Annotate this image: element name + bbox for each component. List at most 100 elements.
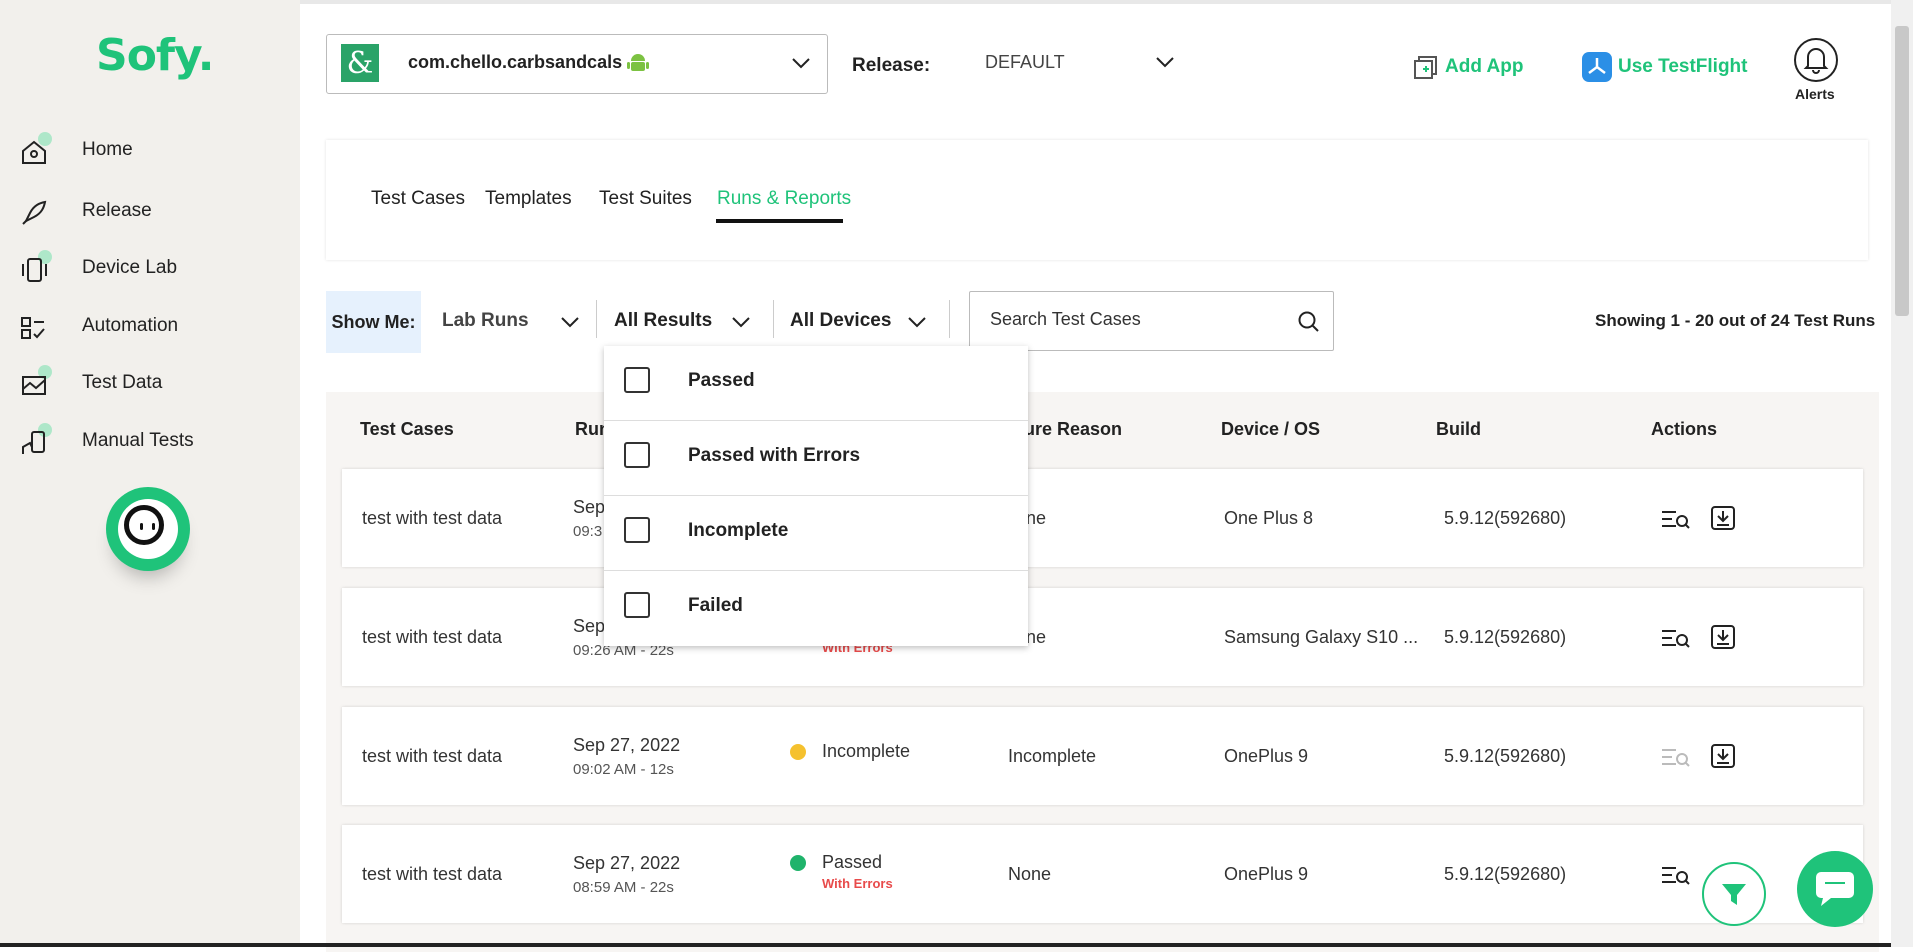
- option-label: Incomplete: [688, 520, 789, 541]
- view-report-icon[interactable]: [1660, 628, 1690, 650]
- search-input[interactable]: [988, 308, 1282, 331]
- run-date: Sep: [573, 616, 606, 636]
- chevron-down-icon: [908, 317, 926, 328]
- run-status: Passed: [822, 852, 883, 872]
- release-selector[interactable]: DEFAULT: [985, 52, 1174, 73]
- run-date: Sep 27, 2022: [573, 853, 681, 873]
- results-option-passed[interactable]: Passed: [604, 346, 1028, 421]
- chat-button[interactable]: [1797, 851, 1873, 927]
- tab-test-suites[interactable]: Test Suites: [599, 188, 692, 210]
- table-row[interactable]: test with test data Sep 27, 2022 09:02 A…: [342, 707, 1863, 805]
- devices-dropdown[interactable]: All Devices: [790, 293, 930, 349]
- active-tab-indicator: [716, 219, 843, 223]
- checkbox[interactable]: [624, 367, 650, 393]
- results-dropdown-menu: Passed Passed with Errors Incomplete Fai…: [604, 346, 1028, 646]
- sidebar-item-home[interactable]: Home: [18, 130, 133, 170]
- table-row[interactable]: test with test data Sep 27, 2022 08:59 A…: [342, 825, 1863, 923]
- home-icon: [18, 132, 54, 168]
- bell-icon[interactable]: [1794, 38, 1838, 82]
- sofy-logo: Sofy.: [96, 30, 214, 81]
- status-dot-passed: [790, 855, 806, 871]
- test-case-name[interactable]: test with test data: [362, 864, 502, 885]
- test-case-name[interactable]: test with test data: [362, 627, 502, 648]
- run-date: Sep: [573, 497, 606, 517]
- sidebar-item-release[interactable]: Release: [18, 191, 152, 231]
- chat-icon: [1816, 872, 1854, 906]
- chevron-down-icon: [1156, 57, 1174, 68]
- option-label: Passed: [688, 370, 755, 391]
- add-app-button[interactable]: Add App: [1413, 54, 1523, 80]
- manual-tests-icon: [18, 423, 54, 459]
- run-time: 09:3: [573, 523, 603, 540]
- column-header: Actions: [1651, 419, 1718, 439]
- download-icon[interactable]: [1710, 624, 1736, 650]
- tab-templates[interactable]: Templates: [485, 188, 572, 210]
- android-icon: [627, 54, 649, 71]
- build: 5.9.12(592680): [1444, 508, 1567, 528]
- test-case-name[interactable]: test with test data: [362, 746, 502, 767]
- build: 5.9.12(592680): [1444, 746, 1567, 766]
- build: 5.9.12(592680): [1444, 864, 1567, 884]
- sidebar-item-label: Release: [82, 200, 152, 221]
- sidebar-item-automation[interactable]: Automation: [18, 306, 178, 346]
- view-report-icon-disabled: [1662, 749, 1690, 767]
- chevron-down-icon: [732, 317, 750, 328]
- use-testflight-label: Use TestFlight: [1618, 56, 1748, 77]
- checkbox[interactable]: [624, 517, 650, 543]
- view-report-icon[interactable]: [1660, 509, 1690, 531]
- sidebar-item-manual-tests[interactable]: Manual Tests: [18, 421, 194, 461]
- checkbox[interactable]: [624, 442, 650, 468]
- app-selector[interactable]: & com.chello.carbsandcals: [326, 34, 828, 94]
- test-data-icon: [18, 365, 54, 401]
- device-icon: [18, 250, 54, 286]
- assistant-bot-icon[interactable]: [106, 487, 190, 571]
- release-label: Release:: [852, 55, 931, 76]
- download-icon[interactable]: [1710, 743, 1736, 769]
- run-date: Sep 27, 2022: [573, 735, 681, 755]
- option-label: Passed with Errors: [688, 445, 861, 466]
- automation-icon: [18, 308, 54, 344]
- device-os: Samsung Galaxy S10 ...: [1224, 627, 1419, 647]
- status-dot-incomplete: [790, 744, 806, 760]
- device-os: One Plus 8: [1224, 508, 1314, 528]
- option-label: Failed: [688, 595, 743, 616]
- show-me-label: Show Me:: [326, 291, 421, 353]
- table-row[interactable]: test with test data Sep 09:3 one One Plu…: [342, 469, 1863, 567]
- sidebar: Sofy. Home Release Device Lab Automation: [0, 0, 300, 947]
- run-type-dropdown[interactable]: Lab Runs: [442, 293, 582, 349]
- release-value: DEFAULT: [985, 52, 1065, 72]
- sidebar-item-label: Device Lab: [82, 257, 178, 278]
- app-name: com.chello.carbsandcals: [408, 52, 623, 72]
- tab-runs-reports[interactable]: Runs & Reports: [717, 188, 851, 210]
- results-option-incomplete[interactable]: Incomplete: [604, 496, 1028, 571]
- chevron-down-icon: [561, 317, 579, 328]
- build: 5.9.12(592680): [1444, 627, 1567, 647]
- run-type-value: Lab Runs: [442, 310, 529, 331]
- device-os: OnePlus 9: [1224, 864, 1309, 884]
- failure-reason: None: [1008, 864, 1052, 884]
- device-os: OnePlus 9: [1224, 746, 1309, 766]
- results-dropdown[interactable]: All Results: [614, 293, 754, 349]
- rocket-icon: [18, 193, 54, 229]
- download-icon[interactable]: [1710, 505, 1736, 531]
- use-testflight-button[interactable]: Use TestFlight: [1582, 52, 1748, 82]
- column-header: ilure Reason: [1014, 419, 1123, 439]
- sidebar-item-test-data[interactable]: Test Data: [18, 363, 162, 403]
- testflight-icon: [1582, 52, 1612, 82]
- sidebar-item-device-lab[interactable]: Device Lab: [18, 248, 177, 288]
- results-value: All Results: [614, 310, 713, 331]
- results-option-passed-with-errors[interactable]: Passed with Errors: [604, 421, 1028, 496]
- test-case-name[interactable]: test with test data: [362, 508, 502, 529]
- tab-test-cases[interactable]: Test Cases: [371, 188, 465, 210]
- search-icon[interactable]: [1297, 310, 1321, 334]
- filter-fab-button[interactable]: [1702, 862, 1766, 926]
- run-time: 08:59 AM - 22s: [573, 879, 674, 896]
- checkbox[interactable]: [624, 592, 650, 618]
- with-errors-label: With Errors: [822, 876, 893, 891]
- add-app-icon: [1414, 56, 1437, 79]
- table-row[interactable]: test with test data Sep 09:26 AM - 22s W…: [342, 588, 1863, 686]
- view-report-icon[interactable]: [1660, 865, 1690, 887]
- scrollbar-thumb[interactable]: [1895, 26, 1909, 316]
- results-option-failed[interactable]: Failed: [604, 571, 1028, 646]
- column-header: Device / OS: [1221, 419, 1321, 439]
